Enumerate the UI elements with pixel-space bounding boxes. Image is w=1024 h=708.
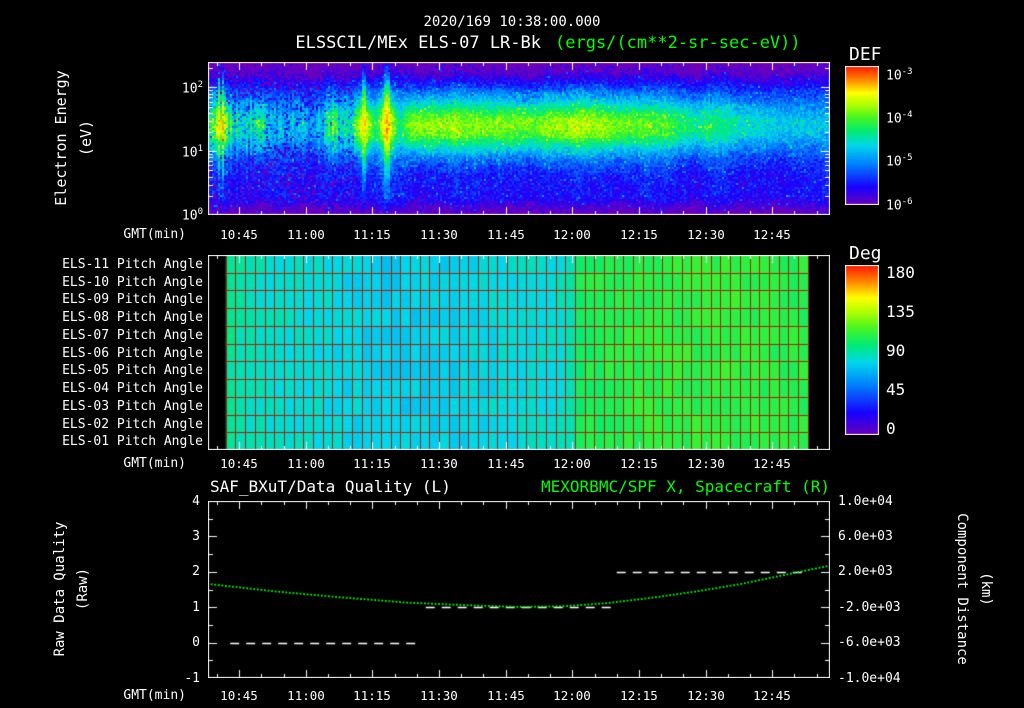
def-colorbar-tick: 10-3 <box>886 67 913 83</box>
spectrogram-ytick-10ev: 101 <box>110 144 203 160</box>
spectrogram-y-axis-label: Electron Energy <box>52 70 70 206</box>
pitch-row-label: ELS-05 Pitch Angle <box>62 363 203 378</box>
line-panel-title-left: SAF_BXuT/Data Quality (L) <box>210 477 451 496</box>
flux-units-label: (ergs/(cm**2-sr-sec-eV)) <box>555 33 801 53</box>
pitch-row-label: ELS-10 Pitch Angle <box>62 275 203 290</box>
tick-exp: 2 <box>197 80 203 90</box>
pitch-row-label: ELS-03 Pitch Angle <box>62 399 203 414</box>
deg-colorbar-tick: 0 <box>886 419 896 438</box>
line-x-axis-label: GMT(min) <box>123 688 186 703</box>
time-tick-label: 12:45 <box>753 688 791 703</box>
deg-colorbar-tick: 45 <box>886 380 906 399</box>
tick-exp: 0 <box>197 207 203 217</box>
time-tick-label: 11:00 <box>287 456 325 471</box>
time-tick-label: 12:30 <box>687 688 725 703</box>
plot-title-row: ELSSCIL/MEx ELS-07 LR-Bk (ergs/(cm**2-sr-… <box>208 33 888 53</box>
line-panel-right-axis-label: Component Distance <box>954 513 970 665</box>
tick-base: 10 <box>886 154 902 170</box>
pitch-angle-heatmap-canvas <box>208 255 830 450</box>
line-panel-left-axis-unit: (Raw) <box>75 567 91 611</box>
tick-exp: -5 <box>901 153 913 163</box>
deg-colorbar-tick: 135 <box>886 302 915 321</box>
right-ytick: 2.0e+03 <box>838 564 893 579</box>
time-tick-label: 11:15 <box>353 456 391 471</box>
line-panel-right-axis-unit: (km) <box>978 572 994 606</box>
spectrogram-ytick-100ev: 102 <box>110 80 203 96</box>
left-ytick: 1 <box>192 600 200 615</box>
time-tick-label: 11:30 <box>420 456 458 471</box>
right-ytick: -6.0e+03 <box>838 635 901 650</box>
time-tick-label: 11:00 <box>287 688 325 703</box>
left-ytick: 4 <box>192 494 200 509</box>
pitch-row-label: ELS-06 Pitch Angle <box>62 346 203 361</box>
spectrogram-x-axis-label: GMT(min) <box>123 227 186 242</box>
time-tick-label: 10:45 <box>220 456 258 471</box>
right-ytick: -2.0e+03 <box>838 600 901 615</box>
time-tick-label: 12:45 <box>753 227 791 242</box>
time-tick-label: 12:45 <box>753 456 791 471</box>
tick-base: 10 <box>886 68 902 84</box>
time-tick-label: 12:30 <box>687 227 725 242</box>
tick-base: 10 <box>886 111 902 127</box>
pitch-row-label: ELS-08 Pitch Angle <box>62 310 203 325</box>
tick-base: 10 <box>181 81 198 97</box>
tick-base: 10 <box>181 145 198 161</box>
time-tick-label: 11:30 <box>420 688 458 703</box>
spectrogram-ytick-1ev: 100 <box>110 207 203 223</box>
pitch-row-label: ELS-04 Pitch Angle <box>62 381 203 396</box>
time-tick-label: 11:00 <box>287 227 325 242</box>
def-colorbar-tick: 10-6 <box>886 197 913 213</box>
tick-exp: -3 <box>901 67 913 77</box>
pitch-row-label: ELS-07 Pitch Angle <box>62 328 203 343</box>
tick-exp: -6 <box>901 197 913 207</box>
tick-base: 10 <box>886 198 902 214</box>
def-colorbar-tick: 10-5 <box>886 153 913 169</box>
line-panel-title-right: MEXORBMC/SPF X, Spacecraft (R) <box>541 477 830 496</box>
def-colorbar-title: DEF <box>849 44 882 65</box>
right-ytick: 6.0e+03 <box>838 529 893 544</box>
tick-exp: 1 <box>197 144 203 154</box>
pitch-row-label: ELS-09 Pitch Angle <box>62 292 203 307</box>
line-panel-left-axis-label: Raw Data Quality <box>52 521 68 657</box>
spectrogram-y-axis-unit: (eV) <box>77 119 95 157</box>
left-ytick: -1 <box>184 671 200 686</box>
left-ytick: 2 <box>192 564 200 579</box>
time-tick-label: 11:15 <box>353 227 391 242</box>
deg-colorbar-title: Deg <box>849 243 882 264</box>
deg-colorbar-tick: 180 <box>886 263 915 282</box>
deg-colorbar-tick: 90 <box>886 341 906 360</box>
pitch-row-label: ELS-11 Pitch Angle <box>62 257 203 272</box>
tick-base: 10 <box>181 208 198 224</box>
instrument-title: ELSSCIL/MEx ELS-07 LR-Bk <box>295 33 541 53</box>
def-colorbar-tick: 10-4 <box>886 110 913 126</box>
pitch-row-label: ELS-01 Pitch Angle <box>62 434 203 449</box>
deg-colorbar <box>845 265 879 435</box>
pitch-x-axis-label: GMT(min) <box>123 456 186 471</box>
right-ytick: -1.0e+04 <box>838 671 901 686</box>
time-tick-label: 12:00 <box>553 688 591 703</box>
timestamp: 2020/169 10:38:00.000 <box>423 14 601 30</box>
time-tick-label: 12:15 <box>620 688 658 703</box>
time-tick-label: 11:45 <box>487 456 525 471</box>
pitch-row-label: ELS-02 Pitch Angle <box>62 417 203 432</box>
left-ytick: 3 <box>192 529 200 544</box>
time-tick-label: 11:45 <box>487 688 525 703</box>
time-tick-label: 10:45 <box>220 688 258 703</box>
quality-distance-line-canvas <box>208 501 830 678</box>
time-tick-label: 12:15 <box>620 227 658 242</box>
time-tick-label: 12:00 <box>553 227 591 242</box>
time-tick-label: 10:45 <box>220 227 258 242</box>
time-tick-label: 11:15 <box>353 688 391 703</box>
tick-exp: -4 <box>901 110 913 120</box>
electron-energy-spectrogram-canvas <box>208 62 830 215</box>
time-tick-label: 11:45 <box>487 227 525 242</box>
time-tick-label: 12:30 <box>687 456 725 471</box>
time-tick-label: 12:15 <box>620 456 658 471</box>
left-ytick: 0 <box>192 635 200 650</box>
time-tick-label: 12:00 <box>553 456 591 471</box>
time-tick-label: 11:30 <box>420 227 458 242</box>
science-plot-page: 2020/169 10:38:00.000 ELSSCIL/MEx ELS-07… <box>0 0 1024 708</box>
def-colorbar <box>845 66 879 205</box>
right-ytick: 1.0e+04 <box>838 494 893 509</box>
